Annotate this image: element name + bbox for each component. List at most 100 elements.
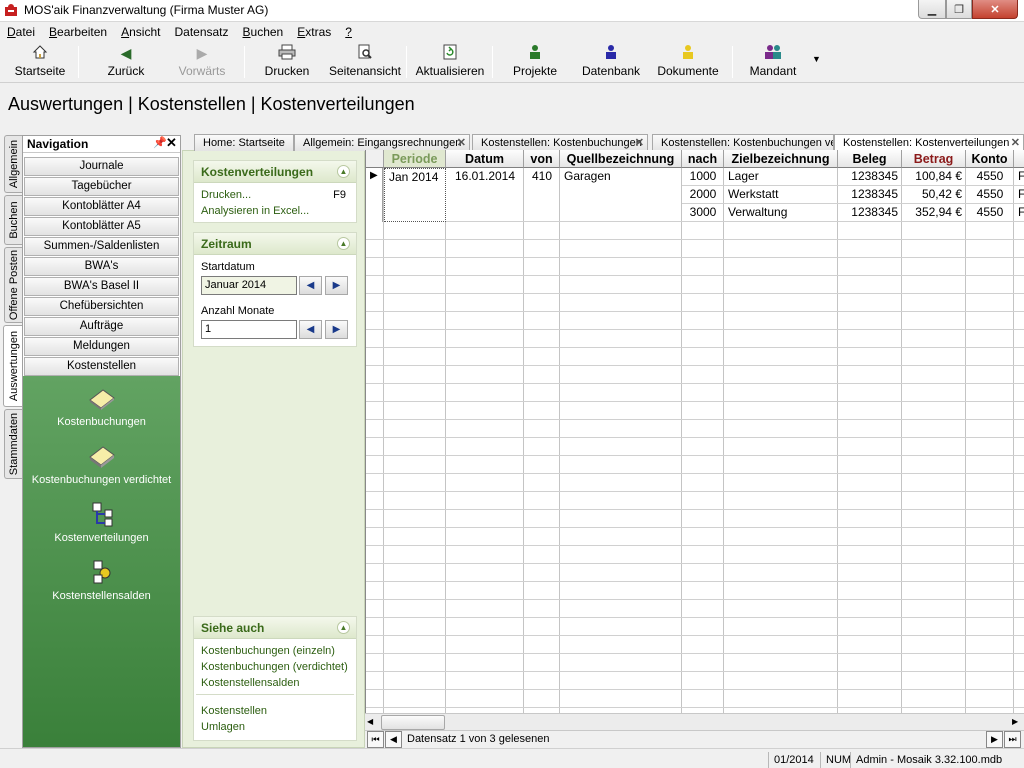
scroll-left-icon[interactable]: ◀ [367,717,373,726]
link-umlagen[interactable]: Umlagen [194,719,356,735]
last-record-button[interactable]: ⏭ [1004,731,1021,748]
nav-bwas-basel-ii[interactable]: BWA's Basel II [24,277,179,296]
decrease-months-button[interactable]: ◀ [299,320,322,339]
section-header[interactable]: Kostenverteilungen ▲ [194,161,356,183]
menu-bearbeiten[interactable]: Bearbeiten [42,25,114,39]
link-kostenstellen[interactable]: Kostenstellen [194,703,356,719]
row-selector[interactable]: ▶ [366,168,383,222]
cell-betrag[interactable]: 50,42 € [902,186,966,204]
cell-nach[interactable]: 1000 [682,168,724,186]
pin-icon[interactable]: 📌 [153,136,167,149]
cell-betrag[interactable]: 100,84 € [902,168,966,186]
cell-datum[interactable]: 16.01.2014 [446,168,524,186]
menu-buchen[interactable]: Buchen [236,25,291,39]
menu-help[interactable]: ? [338,25,359,39]
print-button[interactable]: Drucken [258,44,316,81]
close-tab-icon[interactable]: ✕ [635,136,644,149]
nav-auftraege[interactable]: Aufträge [24,317,179,336]
cell-nach[interactable]: 3000 [682,204,724,222]
section-header[interactable]: Zeitraum ▲ [194,233,356,255]
cell-beleg[interactable]: 1238345 [838,204,902,222]
previous-record-button[interactable]: ◀ [385,731,402,748]
link-kostenstellensalden[interactable]: Kostenstellensalden [194,675,356,691]
database-button[interactable]: Datenbank [580,44,642,81]
nav-tagebuecher[interactable]: Tagebücher [24,177,179,196]
documents-button[interactable]: Dokumente [654,44,722,81]
refresh-button[interactable]: Aktualisieren [412,44,488,81]
page-preview-button[interactable]: Seitenansicht [326,44,404,81]
close-tab-icon[interactable]: ✕ [1011,136,1020,149]
nav-item-kostenbuchungen[interactable]: Kostenbuchungen [23,386,180,428]
cell-truncated[interactable]: F [1014,168,1024,186]
vtab-stammdaten[interactable]: Stammdaten [4,409,22,479]
analyze-excel-link[interactable]: Analysieren in Excel... [194,203,356,219]
collapse-icon[interactable]: ▲ [337,165,350,178]
vtab-buchen[interactable]: Buchen [4,195,22,245]
increase-months-button[interactable]: ▶ [325,320,348,339]
nav-journale[interactable]: Journale [24,157,179,176]
next-record-button[interactable]: ▶ [986,731,1003,748]
prev-month-button[interactable]: ◀ [299,276,322,295]
scroll-right-icon[interactable]: ▶ [1012,717,1018,726]
cell-beleg[interactable]: 1238345 [838,168,902,186]
month-count-field[interactable]: 1 [201,320,297,339]
menu-extras[interactable]: Extras [290,25,338,39]
menu-datei[interactable]: Datei [0,25,42,39]
nav-summen-saldenlisten[interactable]: Summen-/Saldenlisten [24,237,179,256]
link-kostenbuchungen-einzeln[interactable]: Kostenbuchungen (einzeln) [194,643,356,659]
forward-button[interactable]: ▶ Vorwärts [170,44,234,81]
next-month-button[interactable]: ▶ [325,276,348,295]
scrollbar-thumb[interactable] [381,715,445,730]
cell-quellbezeichnung[interactable]: Garagen [560,168,682,186]
home-button[interactable]: Startseite [8,44,72,81]
first-record-button[interactable]: ⏮ [367,731,384,748]
menu-datensatz[interactable]: Datensatz [167,25,235,39]
menu-ansicht[interactable]: Ansicht [114,25,167,39]
cell-konto[interactable]: 4550 [966,186,1014,204]
client-dropdown-icon[interactable]: ▼ [812,54,821,64]
tab-kostenbuchungen[interactable]: Kostenstellen: Kostenbuchungen ✕ [472,134,648,151]
collapse-icon[interactable]: ▲ [337,237,350,250]
section-header[interactable]: Siehe auch ▲ [194,617,356,639]
tab-kostenbuchungen-verdichtet[interactable]: Kostenstellen: Kostenbuchungen ve [652,134,834,151]
cell-nach[interactable]: 2000 [682,186,724,204]
tab-eingangsrechnungen[interactable]: Allgemein: Eingangsrechnungen ✕ [294,134,470,151]
minimize-button[interactable]: ▁ [918,0,946,19]
cell-konto[interactable]: 4550 [966,168,1014,186]
nav-meldungen[interactable]: Meldungen [24,337,179,356]
close-tab-icon[interactable]: ✕ [457,136,466,149]
cell-truncated[interactable]: F [1014,186,1024,204]
horizontal-scrollbar[interactable]: ◀ ▶ [365,713,1024,730]
collapse-icon[interactable]: ▲ [337,621,350,634]
tab-home-startseite[interactable]: Home: Startseite [194,134,294,151]
projects-button[interactable]: Projekte [508,44,562,81]
nav-item-kostenverteilungen[interactable]: Kostenverteilungen [23,502,180,544]
cell-zielbezeichnung[interactable]: Lager [724,168,838,186]
close-icon[interactable]: ✕ [166,135,177,151]
maximize-button[interactable]: ❐ [946,0,972,19]
link-kostenbuchungen-verdichtet[interactable]: Kostenbuchungen (verdichtet) [194,659,356,675]
nav-bwas[interactable]: BWA's [24,257,179,276]
back-button[interactable]: ◀ Zurück [96,44,156,81]
cell-zielbezeichnung[interactable]: Werkstatt [724,186,838,204]
nav-item-kostenbuchungen-verdichtet[interactable]: Kostenbuchungen verdichtet [23,444,180,486]
nav-chefuebersichten[interactable]: Chefübersichten [24,297,179,316]
nav-kontoblaetter-a4[interactable]: Kontoblätter A4 [24,197,179,216]
vtab-auswertungen[interactable]: Auswertungen [3,325,23,407]
nav-kostenstellen[interactable]: Kostenstellen [24,357,179,376]
vtab-offene-posten[interactable]: Offene Posten [4,247,22,323]
cell-zielbezeichnung[interactable]: Verwaltung [724,204,838,222]
cell-truncated[interactable]: F [1014,204,1024,222]
client-button[interactable]: Mandant [744,44,802,81]
nav-item-kostenstellensalden[interactable]: Kostenstellensalden [23,560,180,602]
nav-kontoblaetter-a5[interactable]: Kontoblätter A5 [24,217,179,236]
cell-von[interactable]: 410 [524,168,560,186]
start-date-field[interactable]: Januar 2014 [201,276,297,295]
vtab-allgemein[interactable]: Allgemein [4,135,22,193]
print-link[interactable]: Drucken... F9 [194,187,356,203]
cell-konto[interactable]: 4550 [966,204,1014,222]
cell-beleg[interactable]: 1238345 [838,186,902,204]
cell-periode[interactable]: Jan 2014 [384,168,446,222]
close-window-button[interactable]: ✕ [972,0,1018,19]
cell-betrag[interactable]: 352,94 € [902,204,966,222]
